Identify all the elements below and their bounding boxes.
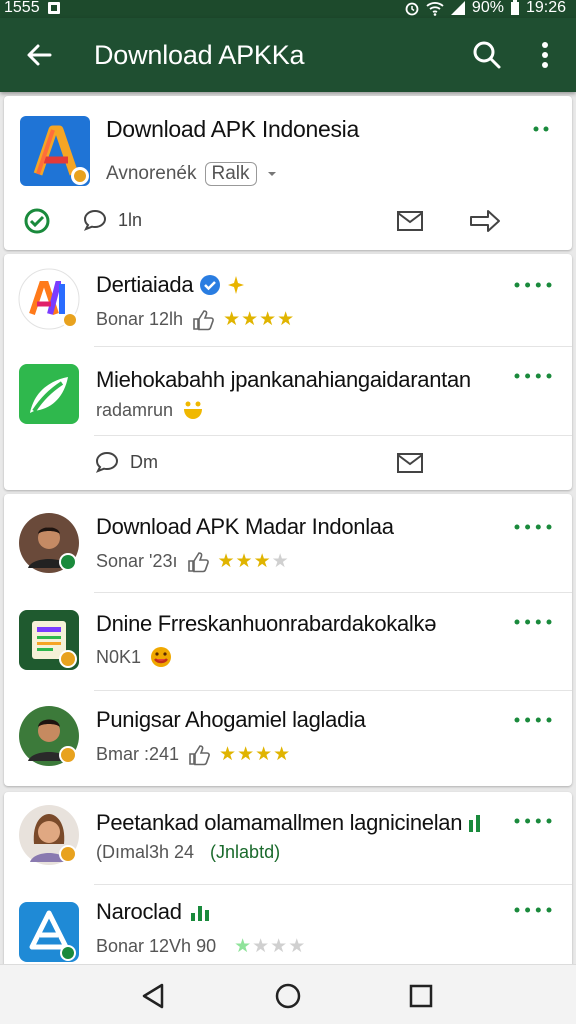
more-dots-icon[interactable] <box>514 818 552 824</box>
comment-icon <box>95 451 119 473</box>
app-bar: Download APKKa <box>0 18 576 92</box>
back-arrow-icon[interactable] <box>22 38 56 72</box>
item-title: Peetankad olamamallmen lagnicinelan <box>96 810 482 836</box>
list-item[interactable]: Miehokabahh jpankanahiangaidarantan rada… <box>4 347 572 435</box>
rating-stars: ★★★★ <box>234 936 307 957</box>
more-dots-icon[interactable] <box>514 717 552 723</box>
app-icon <box>19 364 79 424</box>
item-meta: Bonar 12lh ★★★★ <box>96 308 295 331</box>
item-meta: radamrun <box>96 399 205 421</box>
nav-home-icon[interactable] <box>273 981 303 1011</box>
item-meta-text: Bmar :241 <box>96 744 180 764</box>
chart-icon <box>469 815 481 832</box>
item-title: Download APK Madar Indonlaa <box>96 514 394 539</box>
wifi-icon <box>426 2 444 16</box>
item-title-text: Peetankad olamamallmen lagnicinelan <box>96 810 463 835</box>
more-dots-icon[interactable] <box>514 282 552 288</box>
app-icon <box>19 902 79 962</box>
item-title: Naroclad <box>96 899 210 925</box>
system-nav-bar <box>0 964 576 1024</box>
search-icon[interactable] <box>470 38 504 72</box>
item-meta: Bonar 12Vh 90 ★★★★ <box>96 935 306 958</box>
item-meta: (Dımal3h 24 (Jnlabtd) <box>96 842 280 863</box>
app-name: Download APK Indonesia <box>106 116 359 142</box>
item-meta: N0K1 <box>96 645 173 669</box>
alarm-icon <box>405 2 419 16</box>
item-meta-text: Bonar 12Vh 90 <box>96 936 217 956</box>
item-meta: Bmar :241 ★★★★ <box>96 743 291 766</box>
thumbs-up-icon <box>189 744 210 765</box>
divider <box>94 435 572 436</box>
rating-stars: ★★★★ <box>223 309 296 330</box>
forward-icon[interactable] <box>468 208 502 234</box>
nav-recents-icon[interactable] <box>406 981 436 1011</box>
item-meta-text: Sonar '23ı <box>96 551 178 571</box>
comment-action[interactable]: Dm <box>94 450 158 474</box>
status-time-right: 19:26 <box>525 0 566 16</box>
verified-badge-icon <box>200 275 221 295</box>
avatar <box>19 513 79 573</box>
thumbs-up-icon <box>187 551 209 572</box>
chevron-down-icon[interactable] <box>265 169 279 179</box>
comment-label: Dm <box>130 451 158 472</box>
battery-percent: 90% <box>471 0 504 16</box>
item-meta: Sonar '23ı ★★★★ <box>96 550 290 573</box>
app-icon <box>18 268 80 330</box>
app-subtitle: Avnorenék Ralk <box>106 162 279 186</box>
emoji-icon <box>151 647 172 667</box>
item-meta-text: Bonar 12lh <box>96 309 184 329</box>
more-dots-icon[interactable] <box>514 907 552 913</box>
more-dots-icon[interactable] <box>514 619 552 625</box>
list-item[interactable]: Naroclad Bonar 12Vh 90 ★★★★ <box>4 885 572 968</box>
item-meta-text: radamrun <box>96 399 174 420</box>
list-item[interactable]: Dnine Frreskanhuonrabardakokalkə N0K1 <box>4 593 572 690</box>
more-dots-icon[interactable] <box>532 126 552 132</box>
comment-count: 1ln <box>118 209 143 230</box>
more-dots-icon[interactable] <box>514 524 552 530</box>
status-bar: 1555 90% 19:26 <box>0 0 576 18</box>
list-item[interactable]: Dertiaiada Bonar 12lh ★★★★ <box>4 254 572 346</box>
item-title: Dnine Frreskanhuonrabardakokalkə <box>96 611 437 636</box>
mail-icon[interactable] <box>396 210 424 232</box>
page-title: Download APKKa <box>94 40 305 70</box>
item-title: Dertiaiada <box>96 272 245 298</box>
list-item[interactable]: Download APK Madar Indonlaa Sonar '23ı ★… <box>4 494 572 592</box>
mail-icon[interactable] <box>396 452 424 474</box>
comment-icon <box>83 209 107 231</box>
status-time-left: 1555 <box>4 0 40 16</box>
battery-icon <box>510 0 519 15</box>
app-header-card[interactable]: Download APK Indonesia Avnorenék Ralk 1l… <box>4 96 572 250</box>
app-subtitle-text: Avnorenék <box>106 163 197 184</box>
notification-icon <box>47 2 60 14</box>
share-icon[interactable] <box>22 206 52 236</box>
avatar <box>19 805 79 865</box>
item-meta-text: (Dımal3h 24 <box>96 842 195 862</box>
app-tag: Ralk <box>204 162 257 186</box>
post-card-3: Peetankad olamamallmen lagnicinelan (Dım… <box>4 792 572 968</box>
thumbs-up-icon <box>193 309 214 330</box>
rating-stars: ★★★★ <box>219 744 292 765</box>
app-icon <box>19 610 79 670</box>
rating-stars: ★★★★ <box>217 551 290 572</box>
list-item[interactable]: Peetankad olamamallmen lagnicinelan (Dım… <box>4 792 572 884</box>
item-title-text: Dertiaiada <box>96 272 194 297</box>
emoji-icon <box>184 401 203 419</box>
item-meta-tag: (Jnlabtd) <box>210 842 281 862</box>
signal-icon <box>450 1 465 15</box>
item-title: Miehokabahh jpankanahiangaidarantan <box>96 367 471 392</box>
sparkle-icon <box>228 276 245 294</box>
post-card-2: Download APK Madar Indonlaa Sonar '23ı ★… <box>4 494 572 786</box>
avatar <box>19 706 79 766</box>
chart-icon <box>190 906 209 921</box>
comment-action[interactable]: 1ln <box>82 208 142 232</box>
item-title-text: Naroclad <box>96 899 182 924</box>
list-item[interactable]: Punigsar Ahogamiel lagladia Bmar :241 ★★… <box>4 691 572 786</box>
post-card-1: Dertiaiada Bonar 12lh ★★★★ Miehokabahh j… <box>4 254 572 490</box>
item-title: Punigsar Ahogamiel lagladia <box>96 707 366 732</box>
screen: 1555 90% 19:26 Download APKKa Download A… <box>0 0 576 1024</box>
nav-back-icon[interactable] <box>138 981 168 1011</box>
more-vert-icon[interactable] <box>530 38 560 72</box>
more-dots-icon[interactable] <box>514 373 552 379</box>
item-meta-text: N0K1 <box>96 646 142 667</box>
